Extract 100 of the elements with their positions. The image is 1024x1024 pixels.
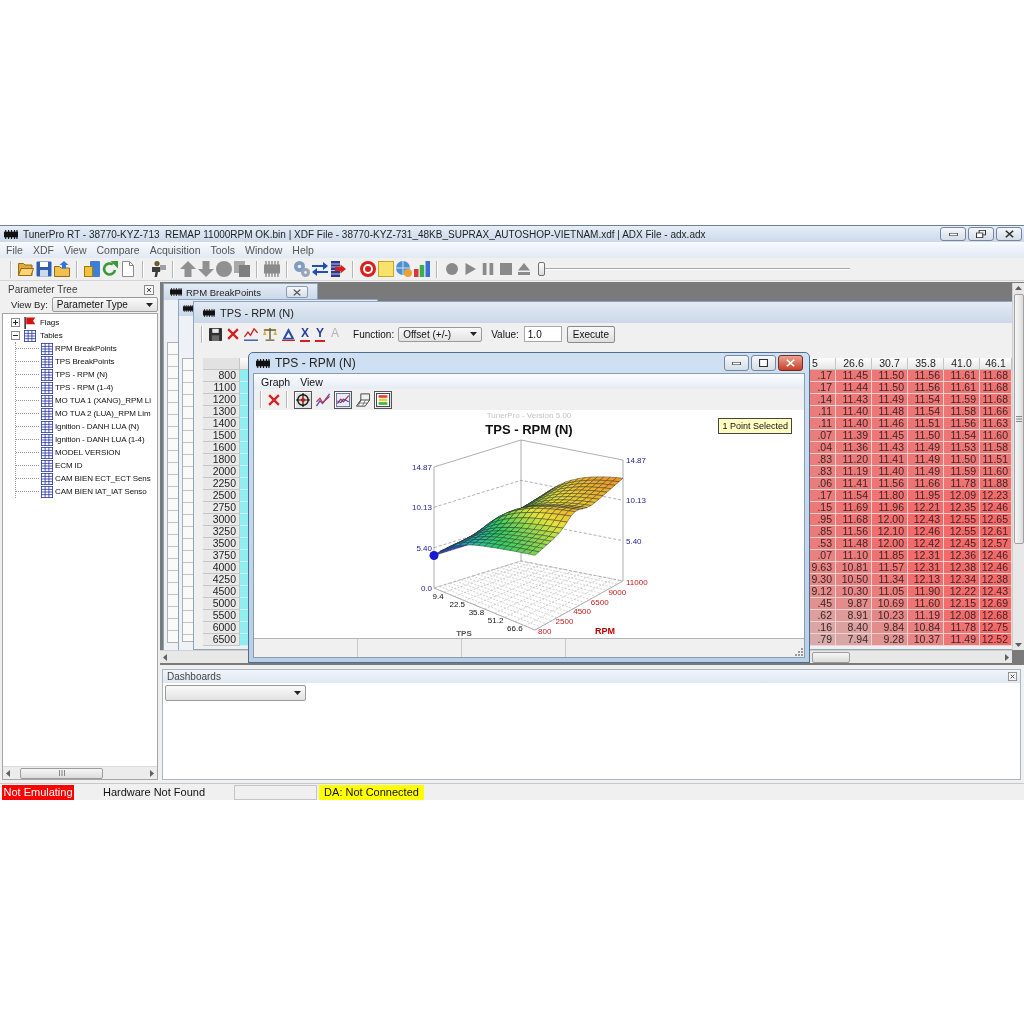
tree-item[interactable]: MODEL VERSION (55, 448, 121, 457)
refresh-icon[interactable] (102, 261, 118, 277)
table-cell: 11.59 (944, 394, 980, 406)
menu-item[interactable]: Graph (257, 375, 297, 388)
panel-title: Parameter Tree (8, 284, 78, 295)
close-icon[interactable] (144, 284, 154, 295)
resize-grip-icon[interactable] (795, 648, 803, 656)
tree-item[interactable]: Flags (40, 318, 60, 327)
table-cell: 12.46 (980, 562, 1012, 574)
view-by-dropdown[interactable]: Parameter Type (51, 297, 158, 312)
column-header: 35.8 (908, 358, 944, 370)
save-icon[interactable] (209, 327, 222, 341)
toolbar-toggle-button[interactable] (354, 390, 372, 409)
menu-item[interactable]: Help (287, 244, 319, 256)
save-icon[interactable] (36, 261, 52, 277)
status-label: DA: Not Connected (319, 784, 424, 800)
flag-icon (24, 316, 36, 329)
pages-icon[interactable] (234, 261, 250, 277)
menu-item[interactable]: View (296, 375, 329, 388)
tree-item[interactable]: Tables (40, 331, 63, 340)
tree-item[interactable]: TPS BreakPoints (55, 357, 115, 366)
function-dropdown[interactable]: Offset (+/-) (398, 326, 483, 342)
left-arrow-icon[interactable] (163, 653, 167, 661)
tree-item[interactable]: TPS - RPM (N) (55, 370, 108, 379)
blank-page-icon[interactable] (120, 261, 136, 277)
right-arrow-icon[interactable] (150, 769, 154, 777)
maximize-button[interactable] (751, 355, 776, 371)
execute-button[interactable]: Execute (566, 325, 615, 343)
menu-item[interactable]: Window (240, 244, 288, 256)
table-cell: .17 (810, 490, 836, 502)
up-arrow-icon[interactable] (1015, 286, 1022, 290)
minimize-icon (948, 232, 958, 236)
down-arrow-icon[interactable] (1015, 643, 1022, 647)
letter-tool-button[interactable]: X (300, 326, 310, 342)
tree-item[interactable]: MO TUA 1 (XANG)_RPM Li (55, 396, 151, 405)
tree-item[interactable]: CAM BIEN ECT_ECT Sens (55, 474, 151, 483)
up-arrow-icon[interactable] (180, 261, 196, 277)
menu-item[interactable]: View (58, 244, 92, 256)
down-arrow-icon[interactable] (198, 261, 214, 277)
folder-arrow-icon[interactable] (54, 261, 70, 277)
menu-item[interactable]: XDF (27, 244, 59, 256)
open-folder-icon[interactable] (18, 261, 34, 277)
delete-icon[interactable] (227, 328, 239, 340)
table-cell: 12.68 (980, 610, 1012, 622)
tree-item[interactable]: Ignition - DANH LUA (N) (55, 422, 139, 431)
tree-item[interactable]: Ignition - DANH LUA (1-4) (55, 435, 145, 444)
horizontal-scrollbar[interactable] (810, 650, 1012, 663)
vertical-scrollbar[interactable] (1012, 283, 1024, 650)
restore-button[interactable] (968, 227, 994, 241)
slider-thumb[interactable] (538, 262, 545, 276)
balance-scale-icon[interactable] (263, 327, 277, 341)
tree-item[interactable]: CAM BIEN IAT_IAT Senso (55, 487, 147, 496)
close-icon[interactable] (1008, 672, 1017, 681)
menu-item[interactable]: Compare (91, 244, 145, 256)
line-graph-icon[interactable] (244, 327, 258, 341)
play-icon[interactable] (464, 263, 476, 275)
point-marker-icon[interactable] (429, 550, 439, 560)
left-arrow-icon[interactable] (6, 769, 10, 777)
dashboard-dropdown[interactable] (165, 685, 306, 701)
globe-icon[interactable] (396, 261, 412, 277)
circle-icon[interactable] (216, 261, 232, 277)
pause-icon[interactable] (482, 263, 494, 275)
expand-icon[interactable] (11, 318, 20, 327)
scroll-thumb[interactable] (1013, 294, 1024, 544)
eject-icon[interactable] (518, 263, 530, 275)
tree-item[interactable]: MO TUA 2 (LUA)_RPM Lim (55, 409, 151, 418)
row-header: 1500 (203, 430, 240, 442)
person-icon[interactable] (150, 261, 166, 277)
chip-arrow-icon[interactable] (330, 261, 346, 277)
toolbar-toggle-button[interactable] (374, 390, 392, 409)
right-arrow-icon[interactable] (1005, 653, 1009, 661)
table-cell: 11.56 (872, 478, 908, 490)
bar-chart-icon[interactable] (414, 261, 430, 277)
letter-tool-button[interactable]: Y (315, 326, 326, 342)
stacked-blocks-icon[interactable] (84, 261, 100, 277)
menu-item[interactable]: Tools (205, 244, 240, 256)
close-button[interactable] (996, 227, 1022, 241)
menu-item[interactable]: Acquisition (144, 244, 206, 256)
close-button[interactable] (286, 286, 308, 298)
tree-item[interactable]: RPM BreakPoints (55, 344, 117, 353)
chip-icon[interactable] (264, 261, 280, 277)
tree-item[interactable]: ECM ID (55, 461, 83, 470)
target-icon[interactable] (360, 261, 376, 277)
value-field[interactable]: 1.0 (523, 326, 562, 342)
minimize-icon (732, 361, 741, 365)
horizontal-scrollbar[interactable] (160, 650, 248, 663)
scroll-thumb[interactable] (20, 767, 103, 779)
toolbar-toggle-button[interactable] (294, 390, 312, 409)
horizontal-scrollbar[interactable] (3, 766, 157, 779)
triangle-icon[interactable] (282, 327, 295, 341)
table-cell: 11.90 (908, 586, 944, 598)
delete-icon[interactable] (268, 393, 280, 406)
swap-arrows-icon[interactable] (312, 261, 328, 277)
menu-item[interactable]: File (1, 244, 28, 256)
toolbar-toggle-button[interactable] (334, 390, 352, 409)
close-button[interactable] (778, 355, 803, 371)
record-icon[interactable] (446, 263, 458, 275)
scroll-thumb[interactable] (812, 651, 850, 663)
tree-item[interactable]: TPS - RPM (1-4) (55, 383, 114, 392)
collapse-icon[interactable] (11, 331, 20, 340)
